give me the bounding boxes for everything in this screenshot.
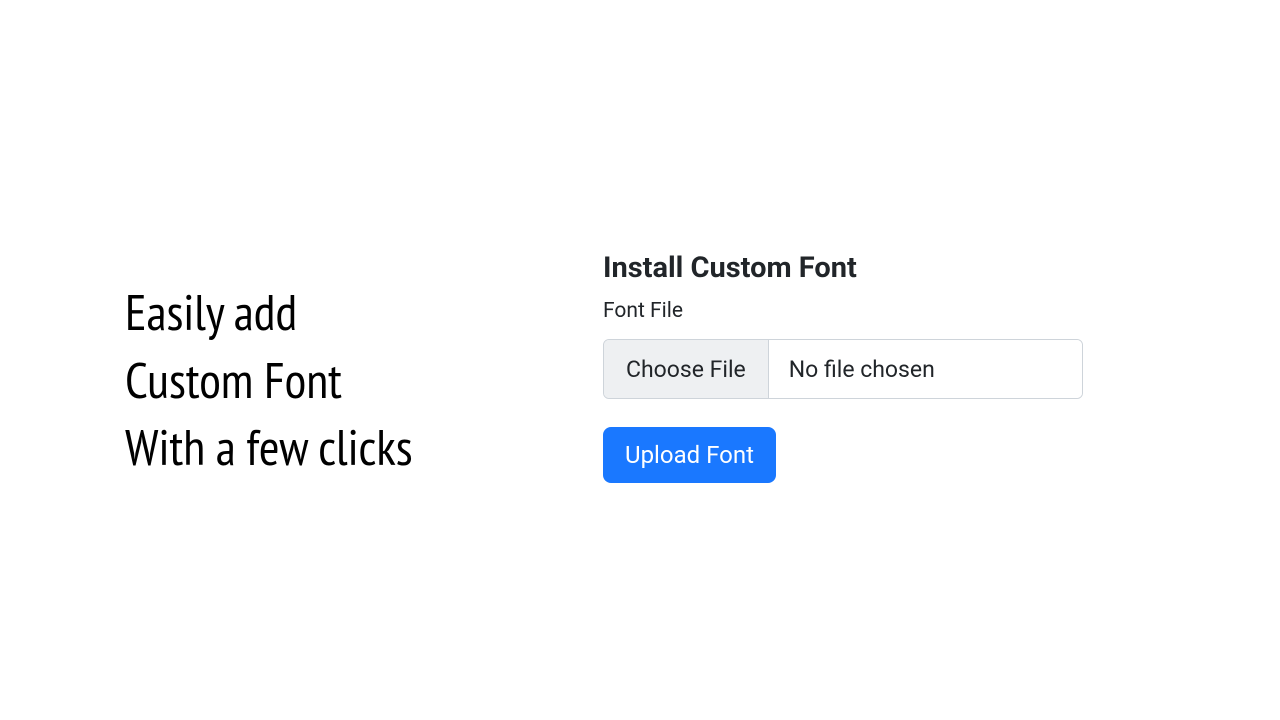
font-file-label: Font File	[603, 299, 1083, 323]
marketing-headline: Easily add Custom Font With a few clicks	[125, 278, 413, 481]
install-font-panel: Install Custom Font Font File Choose Fil…	[603, 251, 1083, 483]
file-status-text: No file chosen	[769, 340, 1082, 398]
headline-line-3: With a few clicks	[125, 413, 413, 481]
upload-font-button[interactable]: Upload Font	[603, 427, 776, 483]
file-input[interactable]: Choose File No file chosen	[603, 339, 1083, 399]
panel-title: Install Custom Font	[603, 251, 1083, 285]
headline-line-2: Custom Font	[125, 346, 413, 414]
choose-file-button[interactable]: Choose File	[604, 340, 769, 398]
headline-line-1: Easily add	[125, 278, 413, 346]
